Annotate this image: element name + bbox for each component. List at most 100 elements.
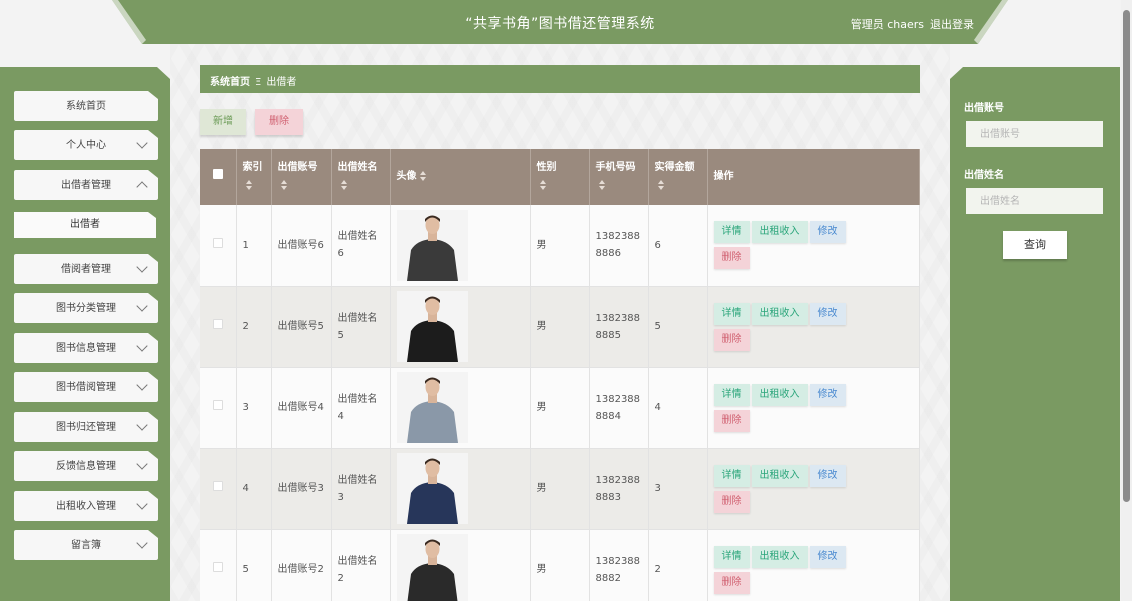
avatar[interactable] — [396, 209, 468, 281]
header-avatar-label: 头像 — [396, 171, 417, 182]
sidebar-item[interactable]: 图书归还管理 — [14, 412, 158, 442]
edit-button[interactable]: 修改 — [809, 545, 846, 568]
logout-link[interactable]: 退出登录 — [930, 18, 974, 31]
header-account[interactable]: 出借账号 — [271, 149, 332, 205]
detail-button[interactable]: 详情 — [713, 302, 750, 325]
header-avatar[interactable]: 头像 — [390, 149, 531, 205]
sidebar-item[interactable]: 图书分类管理 — [14, 293, 158, 323]
header-gender-label: 性别 — [536, 162, 557, 173]
chevron-down-icon — [136, 300, 148, 312]
name-search-input[interactable] — [966, 188, 1103, 214]
table-row: 2 出借账号5 出借姓名5 男 13823888885 5 详情 出租收入 修改 删除 — [200, 286, 920, 368]
avatar[interactable] — [396, 534, 468, 601]
chevron-down-icon — [136, 261, 148, 273]
sidebar-item[interactable]: 图书信息管理 — [14, 333, 158, 363]
table-row: 3 出借账号4 出借姓名4 男 13823888884 4 详情 出租收入 修改 删除 — [200, 367, 920, 449]
sidebar-item[interactable]: 出租收入管理 — [14, 491, 158, 521]
edit-button[interactable]: 修改 — [809, 383, 846, 406]
delete-button[interactable]: 删除 — [713, 247, 750, 270]
header-name[interactable]: 出借姓名 — [331, 149, 391, 205]
sidebar-item[interactable]: 出借者管理 — [14, 170, 158, 200]
sidebar-item[interactable]: 系统首页 — [14, 91, 158, 121]
delete-button[interactable]: 删除 — [713, 490, 750, 513]
name-cell: 出借姓名2 — [331, 529, 391, 601]
row-checkbox[interactable] — [212, 237, 223, 248]
income-button[interactable]: 出租收入 — [751, 545, 808, 568]
sidebar-item[interactable]: 借阅者管理 — [14, 254, 158, 284]
amount-cell: 5 — [648, 286, 708, 368]
search-button[interactable]: 查询 — [1003, 231, 1067, 259]
chevron-down-icon — [136, 537, 148, 549]
header-index[interactable]: 索引 — [236, 149, 272, 205]
sidebar-item[interactable]: 留言簿 — [14, 530, 158, 560]
sort-icon — [657, 180, 664, 190]
avatar[interactable] — [396, 372, 468, 443]
detail-button[interactable]: 详情 — [713, 383, 750, 406]
row-checkbox[interactable] — [212, 319, 223, 329]
header-user-area: 管理员 chaers 退出登录 — [845, 16, 974, 32]
detail-button[interactable]: 详情 — [713, 221, 750, 244]
row-checkbox[interactable] — [212, 400, 223, 410]
header-phone[interactable]: 手机号码 — [589, 149, 649, 205]
index-cell: 3 — [236, 367, 272, 449]
avatar[interactable] — [396, 453, 468, 524]
ops-cell: 详情 出租收入 修改删除 — [707, 367, 920, 449]
sidebar-item-label: 图书分类管理 — [56, 303, 116, 314]
income-button[interactable]: 出租收入 — [751, 383, 808, 406]
avatar-cell — [390, 286, 531, 368]
detail-button[interactable]: 详情 — [713, 464, 750, 487]
edit-button[interactable]: 修改 — [809, 302, 846, 325]
header-amount[interactable]: 实得金额 — [648, 149, 708, 205]
gender-cell: 男 — [530, 367, 590, 449]
header-gender[interactable]: 性别 — [530, 149, 590, 205]
add-button[interactable]: 新增 — [200, 109, 246, 135]
avatar[interactable] — [396, 291, 468, 362]
account-search-input[interactable] — [966, 121, 1103, 147]
row-select-cell — [200, 367, 237, 449]
sort-icon — [245, 180, 252, 190]
sidebar-item-label: 图书信息管理 — [56, 343, 116, 354]
phone-cell: 13823888884 — [589, 367, 649, 449]
edit-button[interactable]: 修改 — [809, 464, 846, 487]
edit-button[interactable]: 修改 — [809, 221, 846, 244]
income-button[interactable]: 出租收入 — [751, 464, 808, 487]
delete-button[interactable]: 删除 — [713, 328, 750, 351]
row-checkbox[interactable] — [212, 481, 223, 491]
avatar-cell — [390, 448, 531, 530]
sidebar-item[interactable]: 图书借阅管理 — [14, 372, 158, 402]
breadcrumb-home[interactable]: 系统首页 — [210, 77, 250, 88]
name-filter-label: 出借姓名 — [964, 170, 1004, 181]
sidebar-item-label: 留言簿 — [71, 540, 101, 551]
sidebar-item[interactable]: 反馈信息管理 — [14, 451, 158, 481]
table-body: 1 出借账号6 出借姓名6 男 13823888886 6 详情 出租收入 修改 删除 2 出借账号5… — [200, 205, 920, 601]
detail-button[interactable]: 详情 — [713, 545, 750, 568]
amount-cell: 4 — [648, 367, 708, 449]
chevron-down-icon — [136, 419, 148, 431]
page-scrollbar[interactable] — [1121, 0, 1132, 601]
row-checkbox[interactable] — [212, 562, 223, 572]
sidebar-item-label: 图书归还管理 — [56, 422, 116, 433]
batch-delete-button[interactable]: 删除 — [255, 109, 303, 135]
gender-cell: 男 — [530, 286, 590, 368]
delete-button[interactable]: 删除 — [713, 409, 750, 432]
scrollbar-thumb[interactable] — [1123, 10, 1130, 502]
delete-button[interactable]: 删除 — [713, 571, 750, 594]
sidebar-item[interactable]: 个人中心 — [14, 130, 158, 160]
ops-cell: 详情 出租收入 修改删除 — [707, 286, 920, 368]
account-cell: 出借账号5 — [271, 286, 332, 368]
sidebar-item-label: 出借者管理 — [61, 180, 111, 191]
gender-cell: 男 — [530, 448, 590, 530]
select-all-checkbox[interactable] — [212, 169, 223, 179]
sidebar-item-label: 个人中心 — [66, 140, 106, 151]
sidebar-item-label: 出租收入管理 — [56, 501, 116, 512]
income-button[interactable]: 出租收入 — [751, 221, 808, 244]
income-button[interactable]: 出租收入 — [751, 302, 808, 325]
search-panel: 出借账号 出借姓名 查询 — [950, 67, 1120, 601]
sidebar-item-label: 反馈信息管理 — [56, 461, 116, 472]
breadcrumb-separator: Ξ — [255, 77, 262, 88]
table-row: 1 出借账号6 出借姓名6 男 13823888886 6 详情 出租收入 修改 删除 — [200, 205, 920, 287]
account-cell: 出借账号4 — [271, 367, 332, 449]
header-amount-label: 实得金额 — [654, 162, 695, 173]
sidebar-subitem-lender[interactable]: 出借者 — [14, 212, 156, 238]
breadcrumb-current: 出借者 — [266, 77, 297, 88]
